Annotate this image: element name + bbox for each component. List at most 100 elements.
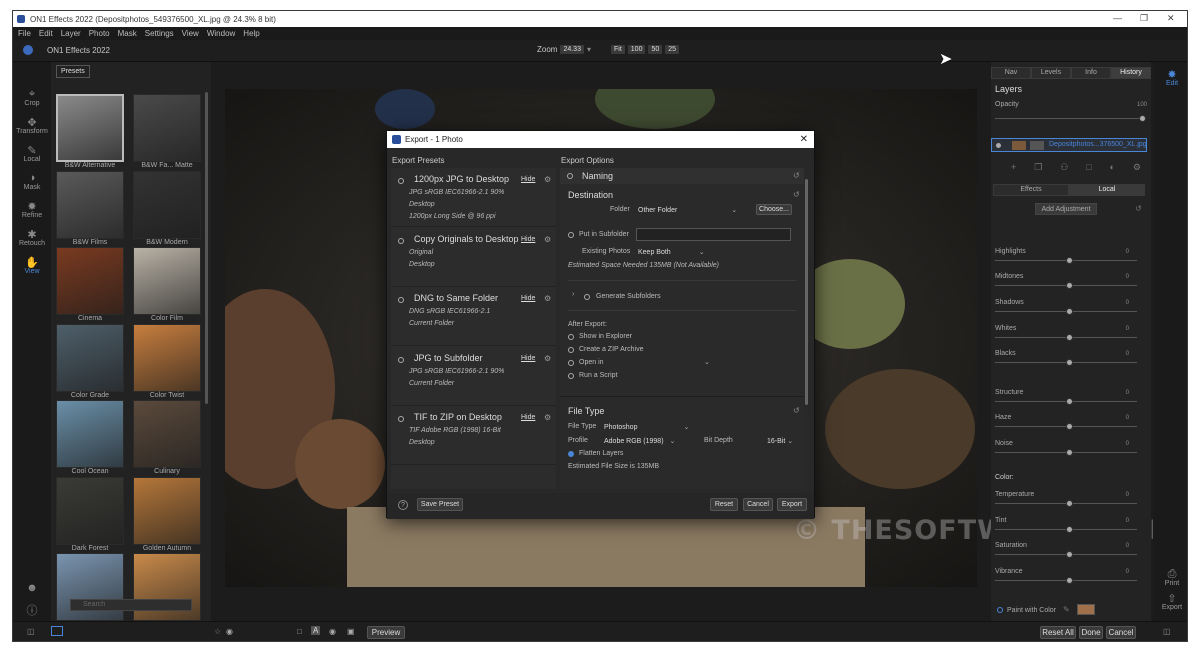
run-script-radio[interactable] xyxy=(568,373,574,379)
preset-radio[interactable] xyxy=(398,356,404,363)
paint-color-swatch[interactable] xyxy=(1077,604,1095,615)
flatten-layers-radio[interactable] xyxy=(568,451,574,457)
color-adjustment-slider[interactable] xyxy=(995,577,1137,584)
preset-hide-link[interactable]: Hide xyxy=(521,176,535,183)
layer-row[interactable]: Depositphotos...376500_XL.jpg xyxy=(991,138,1147,152)
presets-scrollbar[interactable] xyxy=(205,92,208,404)
profile-dropdown[interactable]: Adobe RGB (1998) ⌄ xyxy=(604,437,675,445)
put-in-subfolder-radio[interactable] xyxy=(568,232,574,238)
delete-icon[interactable]: □ xyxy=(1086,162,1091,173)
slider-knob[interactable] xyxy=(1066,359,1073,366)
preset-thumbnail[interactable] xyxy=(133,247,201,315)
adjustment-slider[interactable] xyxy=(995,423,1137,430)
menu-help[interactable]: Help xyxy=(243,29,259,38)
slider-knob[interactable] xyxy=(1066,449,1073,456)
menu-edit[interactable]: Edit xyxy=(39,29,53,38)
done-button[interactable]: Done xyxy=(1079,626,1103,639)
adjustment-slider[interactable] xyxy=(995,334,1137,341)
fit-view-icon[interactable]: ▣ xyxy=(347,627,355,636)
preset-radio[interactable] xyxy=(398,237,404,244)
adjustment-value[interactable]: 0 xyxy=(1126,390,1129,396)
subfolder-input[interactable] xyxy=(636,228,791,241)
duplicate-icon[interactable]: ❐ xyxy=(1034,162,1042,173)
add-layer-icon[interactable]: + xyxy=(1011,162,1016,173)
panel-toggle-icon[interactable]: ◫ xyxy=(27,627,35,636)
menu-mask[interactable]: Mask xyxy=(118,29,137,38)
color-adjustment-value[interactable]: 0 xyxy=(1126,569,1129,575)
expand-chevron-icon[interactable]: › xyxy=(572,291,574,298)
reset-adjustment-icon[interactable]: ↺ xyxy=(1135,204,1142,213)
preset-radio[interactable] xyxy=(398,178,404,184)
adjustment-value[interactable]: 0 xyxy=(1126,441,1129,447)
dialog-close-icon[interactable]: ✕ xyxy=(800,131,808,148)
color-adjustment-slider[interactable] xyxy=(995,551,1137,558)
tool-retouch[interactable]: ✱ Retouch xyxy=(13,228,51,247)
preview-button[interactable]: Preview xyxy=(367,626,405,639)
folder-dropdown[interactable]: Other Folder ⌄ xyxy=(638,206,737,214)
color-dot-icon[interactable]: ◉ xyxy=(226,627,233,636)
preset-thumbnail[interactable] xyxy=(133,323,201,392)
gear-icon[interactable]: ⚙ xyxy=(544,235,551,244)
mask-view-icon[interactable]: ◉ xyxy=(329,627,336,636)
adjustment-value[interactable]: 0 xyxy=(1126,300,1129,306)
tab-local[interactable]: Local xyxy=(1069,184,1145,196)
preset-thumbnail[interactable] xyxy=(56,476,124,545)
color-adjustment-slider[interactable] xyxy=(995,500,1137,507)
preset-hide-link[interactable]: Hide xyxy=(521,414,535,421)
slider-knob[interactable] xyxy=(1066,398,1073,405)
merge-icon[interactable]: ⚇ xyxy=(1060,162,1068,173)
file-type-reset-icon[interactable]: ↺ xyxy=(793,406,800,415)
file-type-dropdown[interactable]: Photoshop ⌄ xyxy=(604,423,689,431)
tool-view[interactable]: ✋ View xyxy=(13,256,51,275)
gear-icon[interactable]: ⚙ xyxy=(544,354,551,363)
export-preset-item[interactable]: Copy Originals to Desktop Hide ⚙ Original De… xyxy=(391,228,556,287)
bit-depth-dropdown[interactable]: 16-Bit ⌄ xyxy=(767,437,793,445)
presets-search-input[interactable]: Search xyxy=(70,599,192,611)
gear-icon[interactable]: ⚙ xyxy=(544,413,551,422)
save-preset-button[interactable]: Save Preset xyxy=(417,498,463,511)
adjustment-slider[interactable] xyxy=(995,282,1137,289)
menu-file[interactable]: File xyxy=(18,29,31,38)
close-icon[interactable]: ✕ xyxy=(1167,13,1175,24)
edit-module[interactable]: ✸ Edit xyxy=(1153,68,1187,87)
zoom-dropdown-icon[interactable]: ▾ xyxy=(587,45,591,54)
minimize-icon[interactable]: — xyxy=(1113,13,1122,23)
compare-icon[interactable]: □ xyxy=(297,627,302,636)
bottom-cancel-button[interactable]: Cancel xyxy=(1106,626,1136,639)
add-adjustment-button[interactable]: Add Adjustment xyxy=(1035,203,1097,215)
slider-knob[interactable] xyxy=(1066,500,1073,507)
reset-button[interactable]: Reset xyxy=(710,498,738,511)
preset-thumbnail[interactable] xyxy=(56,400,124,468)
eyedropper-icon[interactable]: ✎ xyxy=(1063,605,1070,614)
menu-photo[interactable]: Photo xyxy=(89,29,110,38)
slider-knob[interactable] xyxy=(1066,551,1073,558)
gear-icon[interactable]: ⚙ xyxy=(544,175,551,184)
user-icon[interactable]: ☻ xyxy=(13,582,51,594)
tab-effects[interactable]: Effects xyxy=(993,184,1069,196)
preset-thumbnail[interactable] xyxy=(133,400,201,468)
preset-thumbnail[interactable] xyxy=(56,323,124,392)
slider-knob[interactable] xyxy=(1066,334,1073,341)
tool-mask[interactable]: ◑ Mask xyxy=(13,172,51,191)
tab-nav[interactable]: Nav xyxy=(991,67,1031,79)
preset-hide-link[interactable]: Hide xyxy=(521,355,535,362)
export-module[interactable]: ⇧ Export xyxy=(1153,592,1187,611)
choose-button[interactable]: Choose... xyxy=(756,204,792,215)
layer-settings-icon[interactable]: ⚙ xyxy=(1133,162,1141,173)
tab-history[interactable]: History xyxy=(1111,67,1151,79)
adjustment-slider[interactable] xyxy=(995,449,1137,456)
slider-knob[interactable] xyxy=(1066,526,1073,533)
tool-crop[interactable]: ⌖ Crop xyxy=(13,88,51,107)
adjustment-slider[interactable] xyxy=(995,308,1137,315)
preset-thumbnail[interactable] xyxy=(133,94,201,162)
export-preset-item[interactable]: TIF to ZIP on Desktop Hide ⚙ TIF Adobe RGB … xyxy=(391,406,556,465)
menu-view[interactable]: View xyxy=(182,29,199,38)
slider-knob[interactable] xyxy=(1066,308,1073,315)
slider-knob[interactable] xyxy=(1066,423,1073,430)
menu-layer[interactable]: Layer xyxy=(61,29,81,38)
mask-layer-icon[interactable]: ◐ xyxy=(1110,162,1115,173)
adjustment-slider[interactable] xyxy=(995,359,1137,366)
slider-knob[interactable] xyxy=(1066,577,1073,584)
export-preset-item[interactable]: JPG to Subfolder Hide ⚙ JPG sRGB IEC61966-2… xyxy=(391,347,556,406)
tool-transform[interactable]: ✥ Transform xyxy=(13,116,51,135)
